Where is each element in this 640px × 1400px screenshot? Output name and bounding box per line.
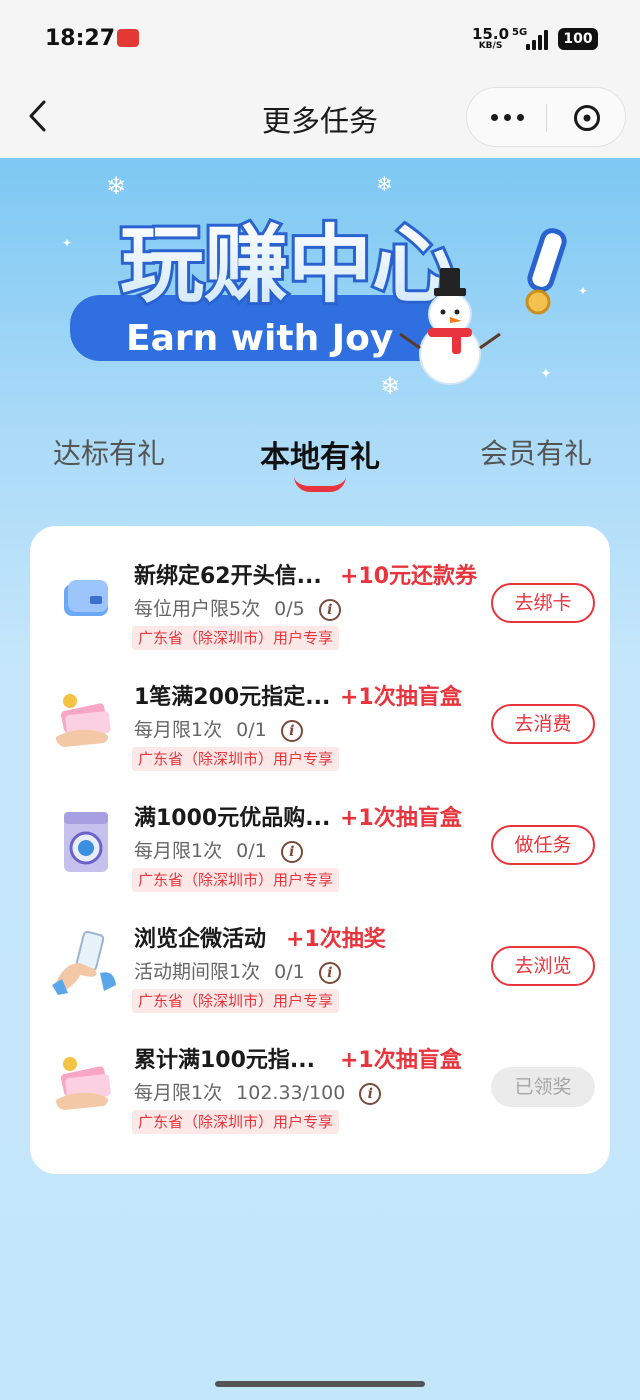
more-icon[interactable] xyxy=(491,114,525,122)
do-task-button[interactable]: 做任务 xyxy=(491,825,595,865)
task-progress: 102.33/100 xyxy=(236,1082,346,1104)
task-progress: 0/5 xyxy=(274,598,305,620)
banner-subtitle: Earn with Joy xyxy=(126,318,393,359)
info-icon[interactable]: i xyxy=(318,598,341,621)
task-limit-text: 每月限1次 xyxy=(134,719,223,741)
task-reward: +1次抽奖 xyxy=(286,927,386,952)
task-limit: 每月限1次 0/1 i xyxy=(134,836,303,863)
go-spend-button[interactable]: 去消费 xyxy=(491,704,595,744)
task-limit-text: 活动期间限1次 xyxy=(134,961,261,983)
network-speed: 15.0 KB/S xyxy=(472,27,509,51)
info-icon[interactable]: i xyxy=(359,1082,382,1105)
network-type: 5G xyxy=(512,27,528,38)
task-limit-text: 每位用户限5次 xyxy=(134,598,261,620)
task-title: 新绑定62开头信... xyxy=(134,564,322,589)
status-bar: 18:27 15.0 KB/S 5G 100 xyxy=(0,0,640,78)
task-title: 满1000元优品购... xyxy=(134,806,331,831)
task-item: 累计满100元指... +1次抽盲盒 每月限1次 102.33/100 i 广东… xyxy=(30,1010,610,1134)
task-title: 浏览企微活动 xyxy=(134,927,267,952)
close-icon[interactable] xyxy=(574,105,600,131)
task-limit-text: 每月限1次 xyxy=(134,840,223,862)
task-progress: 0/1 xyxy=(274,961,305,983)
task-progress: 0/1 xyxy=(236,719,267,741)
reward-claimed-button: 已领奖 xyxy=(491,1067,595,1107)
banner-title: 玩赚中心 xyxy=(120,216,456,314)
task-reward: +1次抽盲盒 xyxy=(340,685,462,710)
status-time: 18:27 xyxy=(45,26,116,51)
task-limit: 活动期间限1次 0/1 i xyxy=(134,957,341,984)
network-speed-value: 15.0 xyxy=(472,25,510,43)
battery-icon: 100 xyxy=(558,28,598,50)
go-browse-button[interactable]: 去浏览 xyxy=(491,946,595,986)
hero-banner: 玩赚中心 Earn with Joy xyxy=(70,213,567,385)
info-icon[interactable]: i xyxy=(318,961,341,984)
mini-program-capsule xyxy=(466,87,626,147)
task-reward: +1次抽盲盒 xyxy=(340,1048,462,1073)
task-limit: 每月限1次 0/1 i xyxy=(134,715,303,742)
washing-machine-icon xyxy=(64,812,108,872)
bind-card-button[interactable]: 去绑卡 xyxy=(491,583,595,623)
signal-icon xyxy=(526,30,550,50)
network-speed-unit: KB/S xyxy=(478,41,503,51)
phone-hand-icon xyxy=(52,930,116,995)
tab-local-gift[interactable]: 本地有礼 xyxy=(260,432,380,476)
task-item: 1笔满200元指定... +1次抽盲盒 每月限1次 0/1 i 广东省（除深圳市… xyxy=(30,647,610,771)
tab-standard-gift[interactable]: 达标有礼 xyxy=(53,432,165,472)
money-hand-icon xyxy=(56,1057,111,1110)
task-limit: 每月限1次 102.33/100 i xyxy=(134,1078,382,1105)
home-indicator xyxy=(215,1381,425,1387)
app-notification-icon xyxy=(117,29,139,47)
task-reward: +10元还款券 xyxy=(340,564,478,589)
info-icon[interactable]: i xyxy=(280,719,303,742)
task-limit: 每位用户限5次 0/5 i xyxy=(134,594,341,621)
card-icon xyxy=(64,580,108,616)
task-title: 1笔满200元指定... xyxy=(134,685,331,710)
task-item: 满1000元优品购... +1次抽盲盒 每月限1次 0/1 i 广东省（除深圳市… xyxy=(30,768,610,892)
task-progress: 0/1 xyxy=(236,840,267,862)
capsule-divider xyxy=(546,104,547,132)
active-tab-indicator xyxy=(294,476,346,492)
task-item: 新绑定62开头信... +10元还款券 每位用户限5次 0/5 i 广东省（除深… xyxy=(30,526,610,650)
info-icon[interactable]: i xyxy=(280,840,303,863)
task-limit-text: 每月限1次 xyxy=(134,1082,223,1104)
money-hand-icon xyxy=(56,694,111,747)
nav-bar: 更多任务 xyxy=(0,78,640,158)
tab-member-gift[interactable]: 会员有礼 xyxy=(480,432,592,472)
task-reward: +1次抽盲盒 xyxy=(340,806,462,831)
task-list-card: 新绑定62开头信... +10元还款券 每位用户限5次 0/5 i 广东省（除深… xyxy=(30,526,610,1174)
task-title: 累计满100元指... xyxy=(134,1048,315,1073)
task-item: 浏览企微活动 +1次抽奖 活动期间限1次 0/1 i 广东省（除深圳市）用户专享… xyxy=(30,889,610,1013)
task-region-tag: 广东省（除深圳市）用户专享 xyxy=(132,1110,340,1134)
